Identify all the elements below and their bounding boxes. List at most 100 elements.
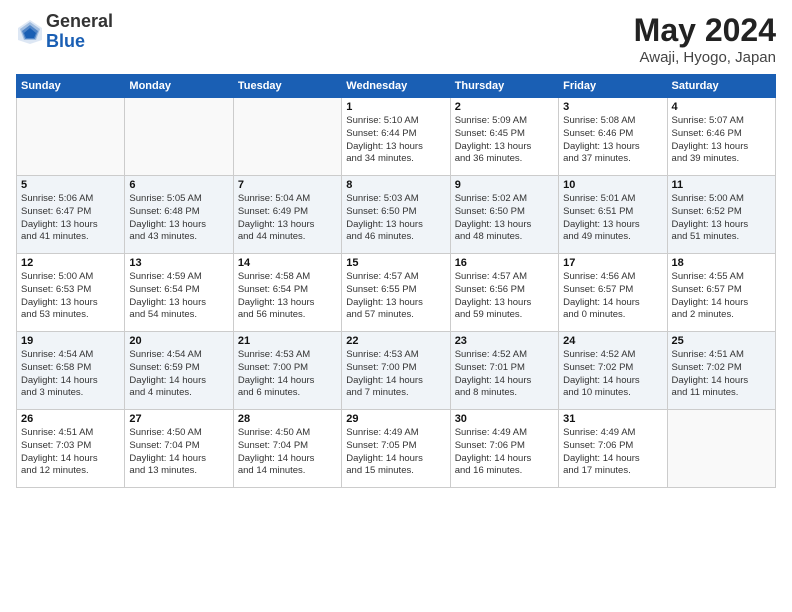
day-number: 8 — [346, 179, 445, 191]
day-number: 12 — [21, 257, 120, 269]
day-number: 20 — [129, 335, 228, 347]
day-info: Sunrise: 4:54 AMSunset: 6:58 PMDaylight:… — [21, 349, 120, 400]
day-info: Sunrise: 4:53 AMSunset: 7:00 PMDaylight:… — [346, 349, 445, 400]
table-row: 10 Sunrise: 5:01 AMSunset: 6:51 PMDayligh… — [559, 176, 667, 254]
table-row: 14Sunrise: 4:58 AMSunset: 6:54 PMDayligh… — [233, 254, 341, 332]
table-row: 9 Sunrise: 5:02 AMSunset: 6:50 PMDaylight… — [450, 176, 558, 254]
calendar-page: General Blue May 2024 Awaji, Hyogo, Japa… — [0, 0, 792, 612]
day-info: Sunrise: 5:09 AMSunset: 6:45 PMDaylight:… — [455, 115, 554, 166]
day-number: 21 — [238, 335, 337, 347]
table-row — [667, 410, 775, 488]
title-month: May 2024 — [634, 12, 776, 49]
day-info: Sunrise: 4:53 AMSunset: 7:00 PMDaylight:… — [238, 349, 337, 400]
day-number: 24 — [563, 335, 662, 347]
day-info: Sunrise: 4:49 AMSunset: 7:05 PMDaylight:… — [346, 427, 445, 478]
table-row: 26Sunrise: 4:51 AMSunset: 7:03 PMDayligh… — [17, 410, 125, 488]
header-row: Sunday Monday Tuesday Wednesday Thursday… — [17, 75, 776, 98]
table-row: 16Sunrise: 4:57 AMSunset: 6:56 PMDayligh… — [450, 254, 558, 332]
table-row: 29 Sunrise: 4:49 AMSunset: 7:05 PMDayligh… — [342, 410, 450, 488]
day-info: Sunrise: 4:56 AMSunset: 6:57 PMDaylight:… — [563, 271, 662, 322]
title-block: May 2024 Awaji, Hyogo, Japan — [634, 12, 776, 66]
table-row — [125, 98, 233, 176]
day-number: 13 — [129, 257, 228, 269]
day-number: 17 — [563, 257, 662, 269]
day-number: 31 — [563, 413, 662, 425]
day-info: Sunrise: 5:05 AMSunset: 6:48 PMDaylight:… — [129, 193, 228, 244]
day-number: 4 — [672, 101, 771, 113]
table-row: 5Sunrise: 5:06 AMSunset: 6:47 PMDaylight… — [17, 176, 125, 254]
day-info: Sunrise: 5:04 AMSunset: 6:49 PMDaylight:… — [238, 193, 337, 244]
day-info: Sunrise: 4:59 AMSunset: 6:54 PMDaylight:… — [129, 271, 228, 322]
col-monday: Monday — [125, 75, 233, 98]
day-info: Sunrise: 4:57 AMSunset: 6:55 PMDaylight:… — [346, 271, 445, 322]
day-info: Sunrise: 4:49 AMSunset: 7:06 PMDaylight:… — [455, 427, 554, 478]
table-row: 15 Sunrise: 4:57 AMSunset: 6:55 PMDayligh… — [342, 254, 450, 332]
table-row: 23Sunrise: 4:52 AMSunset: 7:01 PMDayligh… — [450, 332, 558, 410]
day-number: 28 — [238, 413, 337, 425]
table-row: 12 Sunrise: 5:00 AMSunset: 6:53 PMDayligh… — [17, 254, 125, 332]
table-row: 30 Sunrise: 4:49 AMSunset: 7:06 PMDayligh… — [450, 410, 558, 488]
day-number: 19 — [21, 335, 120, 347]
day-info: Sunrise: 5:07 AMSunset: 6:46 PMDaylight:… — [672, 115, 771, 166]
calendar-row: 26Sunrise: 4:51 AMSunset: 7:03 PMDayligh… — [17, 410, 776, 488]
day-number: 10 — [563, 179, 662, 191]
table-row: 6 Sunrise: 5:05 AMSunset: 6:48 PMDaylight… — [125, 176, 233, 254]
day-info: Sunrise: 5:00 AMSunset: 6:53 PMDaylight:… — [21, 271, 120, 322]
day-number: 6 — [129, 179, 228, 191]
day-info: Sunrise: 4:55 AMSunset: 6:57 PMDaylight:… — [672, 271, 771, 322]
table-row: 27Sunrise: 4:50 AMSunset: 7:04 PMDayligh… — [125, 410, 233, 488]
day-number: 30 — [455, 413, 554, 425]
day-info: Sunrise: 4:52 AMSunset: 7:02 PMDaylight:… — [563, 349, 662, 400]
col-thursday: Thursday — [450, 75, 558, 98]
day-number: 1 — [346, 101, 445, 113]
table-row: 4 Sunrise: 5:07 AMSunset: 6:46 PMDaylight… — [667, 98, 775, 176]
calendar-row: 19 Sunrise: 4:54 AMSunset: 6:58 PMDayligh… — [17, 332, 776, 410]
calendar-row: 12 Sunrise: 5:00 AMSunset: 6:53 PMDayligh… — [17, 254, 776, 332]
day-number: 26 — [21, 413, 120, 425]
table-row: 24 Sunrise: 4:52 AMSunset: 7:02 PMDayligh… — [559, 332, 667, 410]
col-tuesday: Tuesday — [233, 75, 341, 98]
table-row: 2 Sunrise: 5:09 AMSunset: 6:45 PMDaylight… — [450, 98, 558, 176]
logo-blue: Blue — [46, 32, 113, 52]
logo: General Blue — [16, 12, 113, 52]
day-number: 22 — [346, 335, 445, 347]
day-info: Sunrise: 5:00 AMSunset: 6:52 PMDaylight:… — [672, 193, 771, 244]
day-info: Sunrise: 5:03 AMSunset: 6:50 PMDaylight:… — [346, 193, 445, 244]
col-saturday: Saturday — [667, 75, 775, 98]
col-wednesday: Wednesday — [342, 75, 450, 98]
logo-icon — [16, 18, 44, 46]
table-row: 31Sunrise: 4:49 AMSunset: 7:06 PMDayligh… — [559, 410, 667, 488]
day-number: 7 — [238, 179, 337, 191]
day-number: 15 — [346, 257, 445, 269]
day-info: Sunrise: 5:01 AMSunset: 6:51 PMDaylight:… — [563, 193, 662, 244]
day-number: 18 — [672, 257, 771, 269]
col-sunday: Sunday — [17, 75, 125, 98]
day-info: Sunrise: 4:57 AMSunset: 6:56 PMDaylight:… — [455, 271, 554, 322]
logo-general: General — [46, 12, 113, 32]
table-row: 20 Sunrise: 4:54 AMSunset: 6:59 PMDayligh… — [125, 332, 233, 410]
table-row — [233, 98, 341, 176]
day-info: Sunrise: 4:51 AMSunset: 7:02 PMDaylight:… — [672, 349, 771, 400]
day-number: 9 — [455, 179, 554, 191]
table-row — [17, 98, 125, 176]
calendar-row: 5Sunrise: 5:06 AMSunset: 6:47 PMDaylight… — [17, 176, 776, 254]
day-info: Sunrise: 5:02 AMSunset: 6:50 PMDaylight:… — [455, 193, 554, 244]
day-number: 5 — [21, 179, 120, 191]
table-row: 7 Sunrise: 5:04 AMSunset: 6:49 PMDaylight… — [233, 176, 341, 254]
day-info: Sunrise: 4:54 AMSunset: 6:59 PMDaylight:… — [129, 349, 228, 400]
header: General Blue May 2024 Awaji, Hyogo, Japa… — [16, 12, 776, 66]
day-info: Sunrise: 4:58 AMSunset: 6:54 PMDaylight:… — [238, 271, 337, 322]
table-row: 1 Sunrise: 5:10 AMSunset: 6:44 PMDaylight… — [342, 98, 450, 176]
table-row: 17 Sunrise: 4:56 AMSunset: 6:57 PMDayligh… — [559, 254, 667, 332]
table-row: 21 Sunrise: 4:53 AMSunset: 7:00 PMDayligh… — [233, 332, 341, 410]
day-info: Sunrise: 5:10 AMSunset: 6:44 PMDaylight:… — [346, 115, 445, 166]
title-location: Awaji, Hyogo, Japan — [634, 49, 776, 66]
table-row: 28Sunrise: 4:50 AMSunset: 7:04 PMDayligh… — [233, 410, 341, 488]
day-info: Sunrise: 4:50 AMSunset: 7:04 PMDaylight:… — [129, 427, 228, 478]
day-number: 3 — [563, 101, 662, 113]
table-row: 3 Sunrise: 5:08 AMSunset: 6:46 PMDaylight… — [559, 98, 667, 176]
table-row: 8 Sunrise: 5:03 AMSunset: 6:50 PMDaylight… — [342, 176, 450, 254]
day-number: 29 — [346, 413, 445, 425]
day-info: Sunrise: 5:08 AMSunset: 6:46 PMDaylight:… — [563, 115, 662, 166]
day-number: 2 — [455, 101, 554, 113]
